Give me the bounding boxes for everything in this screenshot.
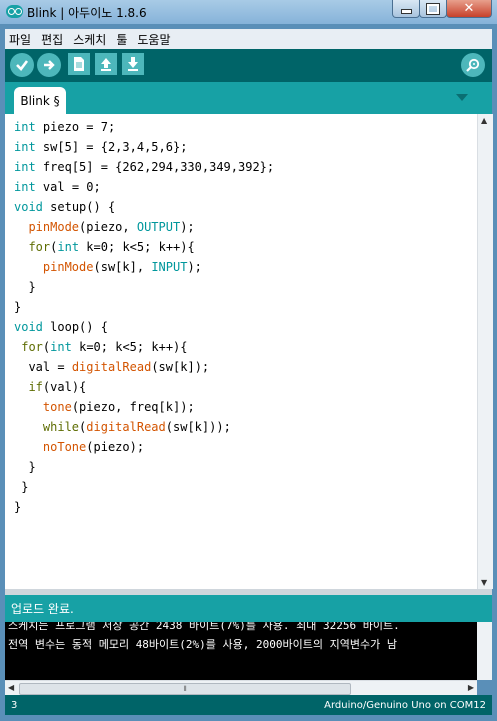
arduino-logo-icon: [6, 5, 23, 18]
code-line: }: [14, 300, 22, 314]
tab-blink[interactable]: Blink §: [14, 87, 66, 114]
code-line: pinMode(sw[k], INPUT);: [42, 260, 202, 274]
menu-help[interactable]: 도움말: [133, 31, 174, 48]
new-file-icon: [74, 57, 84, 71]
console-horizontal-scrollbar[interactable]: ◀ ⦀ ▶: [5, 680, 477, 696]
code-line: if(val){: [28, 380, 87, 394]
menu-tools[interactable]: 툴: [112, 31, 131, 48]
tab-strip: Blink §: [5, 82, 492, 114]
code-line: void setup() {: [14, 200, 116, 214]
menu-file[interactable]: 파일: [5, 31, 35, 48]
magnifier-icon: [466, 58, 480, 72]
title-bar[interactable]: Blink | 아두이노 1.8.6 ✕: [0, 0, 497, 24]
code-line: int freq[5] = {262,294,330,349,392};: [14, 160, 275, 174]
open-button[interactable]: [95, 53, 117, 75]
code-line: int val = 0;: [14, 180, 101, 194]
line-number: 3: [11, 699, 18, 711]
console-vertical-scrollbar[interactable]: [477, 622, 492, 680]
verify-button[interactable]: [10, 53, 34, 77]
code-line: noTone(piezo);: [42, 440, 145, 454]
footer-bar: 3 Arduino/Genuino Uno on COM12: [5, 695, 492, 715]
menu-sketch[interactable]: 스케치: [69, 31, 110, 48]
maximize-icon: [426, 2, 440, 15]
menu-bar: 파일 편집 스케치 툴 도움말: [5, 29, 492, 49]
save-button[interactable]: [122, 53, 144, 75]
window-title: Blink | 아두이노 1.8.6: [27, 6, 147, 20]
code-editor[interactable]: int piezo = 7; int sw[5] = {2,3,4,5,6}; in…: [5, 114, 477, 589]
minimize-button[interactable]: [392, 0, 420, 18]
upload-button[interactable]: [37, 53, 61, 77]
code-line: }: [14, 460, 36, 474]
code-text[interactable]: int piezo = 7; int sw[5] = {2,3,4,5,6}; in…: [5, 114, 477, 517]
editor-vertical-scrollbar[interactable]: ▲ ▼: [477, 114, 493, 589]
code-line: val = digitalRead(sw[k]);: [28, 360, 210, 374]
close-button[interactable]: ✕: [446, 0, 492, 18]
code-line: int piezo = 7;: [14, 120, 116, 134]
scroll-up-icon[interactable]: ▲: [481, 116, 487, 125]
code-line: void loop() {: [14, 320, 108, 334]
tab-menu-button[interactable]: [454, 89, 470, 105]
new-button[interactable]: [68, 53, 90, 75]
board-port: Arduino/Genuino Uno on COM12: [324, 699, 486, 711]
chevron-down-icon: [456, 94, 468, 101]
check-icon: [16, 60, 29, 71]
scroll-thumb[interactable]: ⦀: [19, 683, 351, 695]
code-line: }: [14, 500, 22, 514]
maximize-button[interactable]: [419, 0, 447, 18]
minimize-icon: [400, 9, 412, 14]
status-bar: 업로드 완료.: [5, 595, 492, 622]
code-line: pinMode(piezo, OUTPUT);: [28, 220, 195, 234]
scroll-right-icon[interactable]: ▶: [468, 683, 474, 692]
console-output[interactable]: 스케치는 프로그램 저장 공간 2438 바이트(7%)를 사용. 최대 322…: [5, 622, 477, 680]
code-line: }: [14, 480, 29, 494]
console-line: 스케치는 프로그램 저장 공간 2438 바이트(7%)를 사용. 최대 322…: [8, 622, 400, 632]
code-line: tone(piezo, freq[k]);: [42, 400, 195, 414]
save-down-arrow-icon: [128, 57, 138, 71]
close-icon: ✕: [463, 1, 475, 16]
status-message: 업로드 완료.: [11, 602, 74, 616]
scroll-down-icon[interactable]: ▼: [481, 578, 487, 587]
serial-monitor-button[interactable]: [461, 53, 485, 77]
code-line: int sw[5] = {2,3,4,5,6};: [14, 140, 188, 154]
toolbar: [5, 49, 492, 82]
menu-edit[interactable]: 편집: [37, 31, 67, 48]
open-up-arrow-icon: [101, 58, 111, 71]
code-line: for(int k=0; k<5; k++){: [28, 240, 195, 254]
code-line: }: [14, 280, 36, 294]
arrow-right-icon: [44, 60, 55, 70]
scroll-left-icon[interactable]: ◀: [8, 683, 14, 692]
console-line: 전역 변수는 동적 메모리 48바이트(2%)를 사용, 2000바이트의 지역…: [8, 638, 397, 651]
code-line: for(int k=0; k<5; k++){: [21, 340, 188, 354]
code-line: while(digitalRead(sw[k]));: [42, 420, 231, 434]
